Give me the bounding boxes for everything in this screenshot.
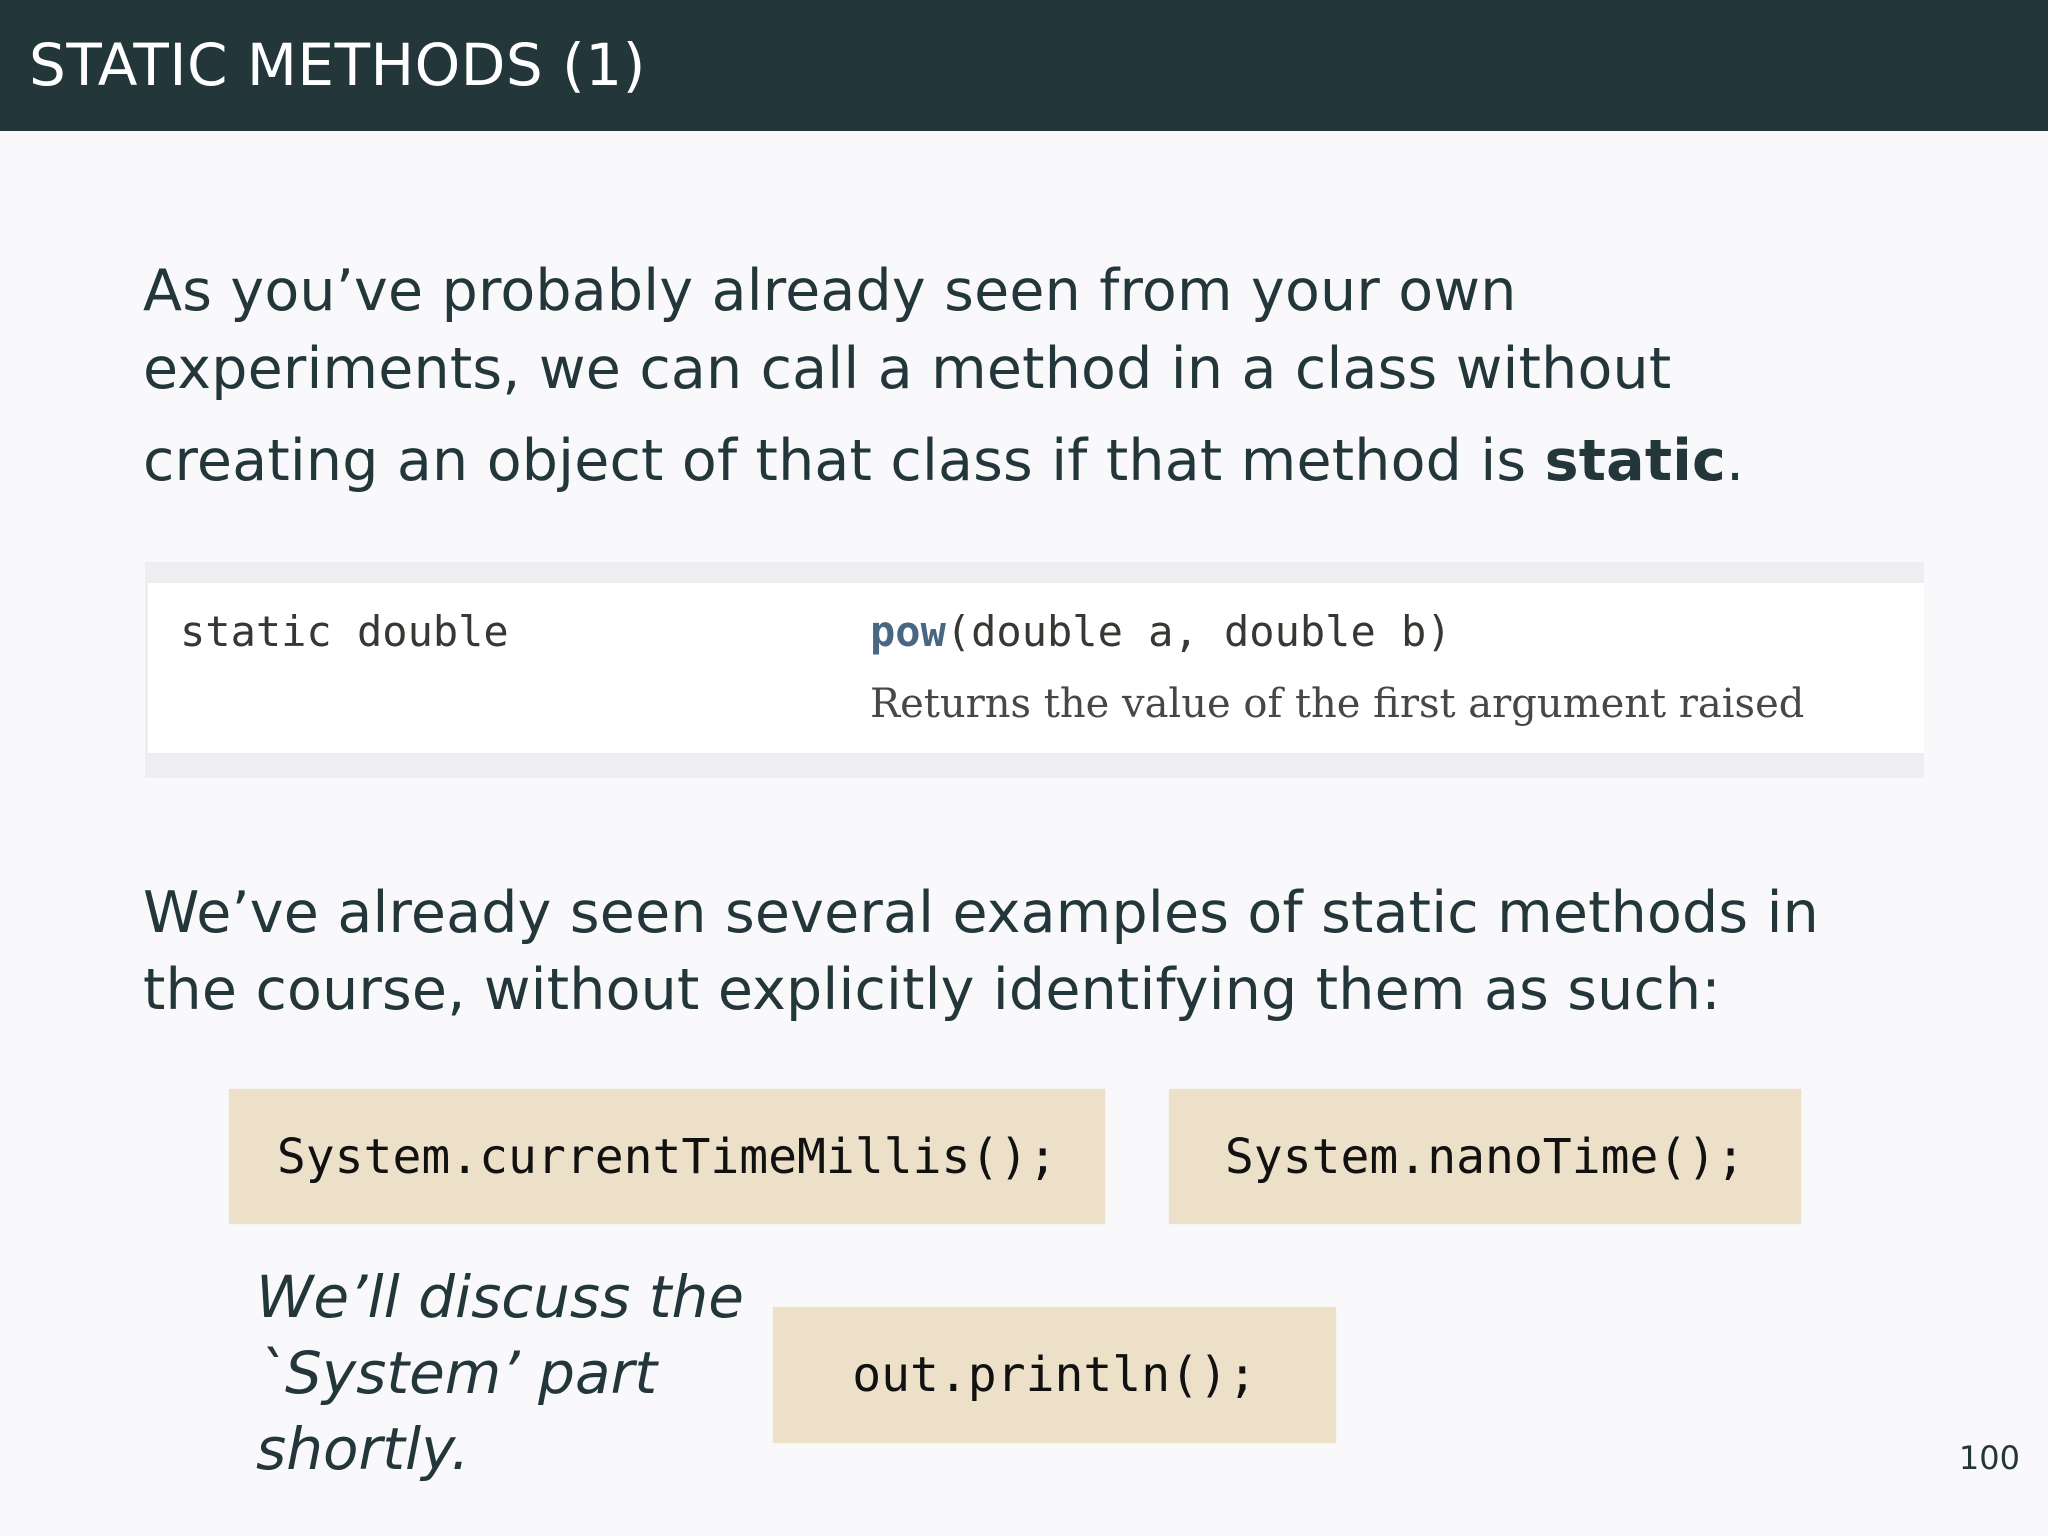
- javadoc-method-params: (double a, double b): [945, 607, 1452, 656]
- intro-line-1: As you’ve probably already seen from you…: [143, 258, 1517, 324]
- code-example-current-time-millis: System.currentTimeMillis();: [229, 1089, 1105, 1224]
- code-example-2-text: System.nanoTime();: [1224, 1129, 1746, 1185]
- system-note: We’ll discuss the `System’ part shortly.: [256, 1259, 744, 1487]
- note-line-1: We’ll discuss the: [256, 1263, 744, 1331]
- code-example-println: out.println();: [773, 1307, 1336, 1443]
- examples-line-1: We’ve already seen several examples of s…: [143, 880, 1820, 946]
- title-bar: STATIC METHODS (1): [0, 0, 2048, 131]
- javadoc-modifier-type: static double: [180, 607, 509, 656]
- slide-title: STATIC METHODS (1): [29, 31, 646, 99]
- intro-line-3: creating an object of that class if that…: [143, 422, 1744, 500]
- javadoc-method-signature: pow(double a, double b): [870, 605, 1452, 659]
- intro-line-3-text: creating an object of that class if that…: [143, 428, 1545, 494]
- code-example-3-text: out.println();: [852, 1347, 1257, 1403]
- static-keyword: static: [1544, 428, 1727, 494]
- javadoc-description: Returns the value of the first argument …: [870, 681, 1805, 727]
- intro-paragraph: As you’ve probably already seen from you…: [143, 252, 1744, 500]
- examples-line-2: the course, without explicitly identifyi…: [143, 957, 1721, 1023]
- javadoc-row: static double pow(double a, double b) Re…: [148, 583, 1924, 753]
- code-example-nano-time: System.nanoTime();: [1169, 1089, 1801, 1224]
- note-line-3: shortly.: [256, 1415, 470, 1483]
- intro-line-2: experiments, we can call a method in a c…: [143, 336, 1672, 402]
- intro-line-3-end: .: [1726, 428, 1745, 494]
- page-number: 100: [1958, 1439, 2020, 1477]
- javadoc-method-link[interactable]: pow: [870, 607, 946, 656]
- code-example-1-text: System.currentTimeMillis();: [276, 1129, 1058, 1185]
- javadoc-excerpt: static double pow(double a, double b) Re…: [145, 562, 1924, 778]
- note-line-2: `System’ part: [256, 1339, 658, 1407]
- examples-paragraph: We’ve already seen several examples of s…: [143, 875, 1819, 1029]
